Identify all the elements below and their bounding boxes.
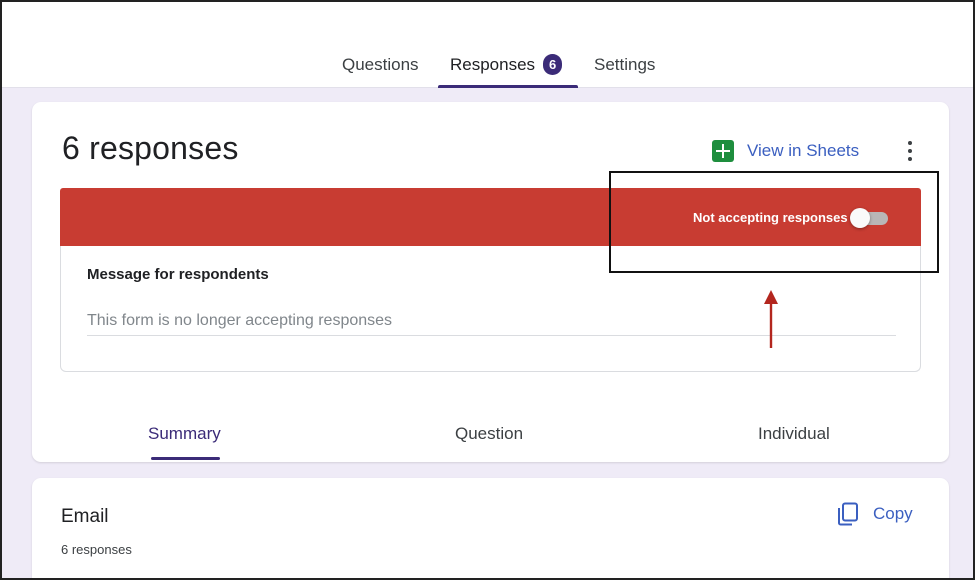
form-tabs: Questions Responses 6 Settings: [0, 52, 975, 88]
view-in-sheets-label: View in Sheets: [747, 141, 860, 160]
annotation-arrow-icon: [764, 290, 778, 348]
subtab-individual[interactable]: Individual: [758, 424, 830, 444]
tab-questions[interactable]: Questions: [342, 52, 419, 88]
tab-responses[interactable]: Responses 6: [438, 52, 578, 88]
google-sheets-icon: [712, 140, 734, 162]
subtab-active-indicator: [151, 457, 220, 460]
email-card: Email 6 responses Copy: [32, 478, 949, 580]
more-vert-icon[interactable]: [904, 139, 916, 163]
tab-settings-label: Settings: [594, 55, 656, 74]
copy-icon: [838, 502, 858, 526]
tab-responses-label: Responses: [450, 55, 536, 74]
copy-label: Copy: [873, 504, 913, 523]
copy-button[interactable]: Copy: [837, 502, 913, 526]
responses-card: 6 responses View in Sheets Not accepting…: [32, 102, 949, 462]
responses-title: 6 responses: [62, 130, 239, 166]
subtab-summary[interactable]: Summary: [148, 424, 221, 444]
message-title: Message for respondents: [87, 266, 269, 283]
top-bar: Questions Responses 6 Settings: [0, 0, 975, 88]
annotation-highlight-box: [609, 171, 939, 273]
tab-active-indicator: [438, 85, 578, 88]
tab-settings[interactable]: Settings: [594, 52, 655, 88]
tab-questions-label: Questions: [342, 55, 419, 74]
subtab-question[interactable]: Question: [455, 424, 523, 444]
email-responses-count: 6 responses: [61, 542, 132, 557]
responses-count-badge: 6: [543, 54, 563, 75]
view-in-sheets-button[interactable]: View in Sheets: [712, 138, 859, 164]
email-question-title: Email: [61, 506, 109, 527]
